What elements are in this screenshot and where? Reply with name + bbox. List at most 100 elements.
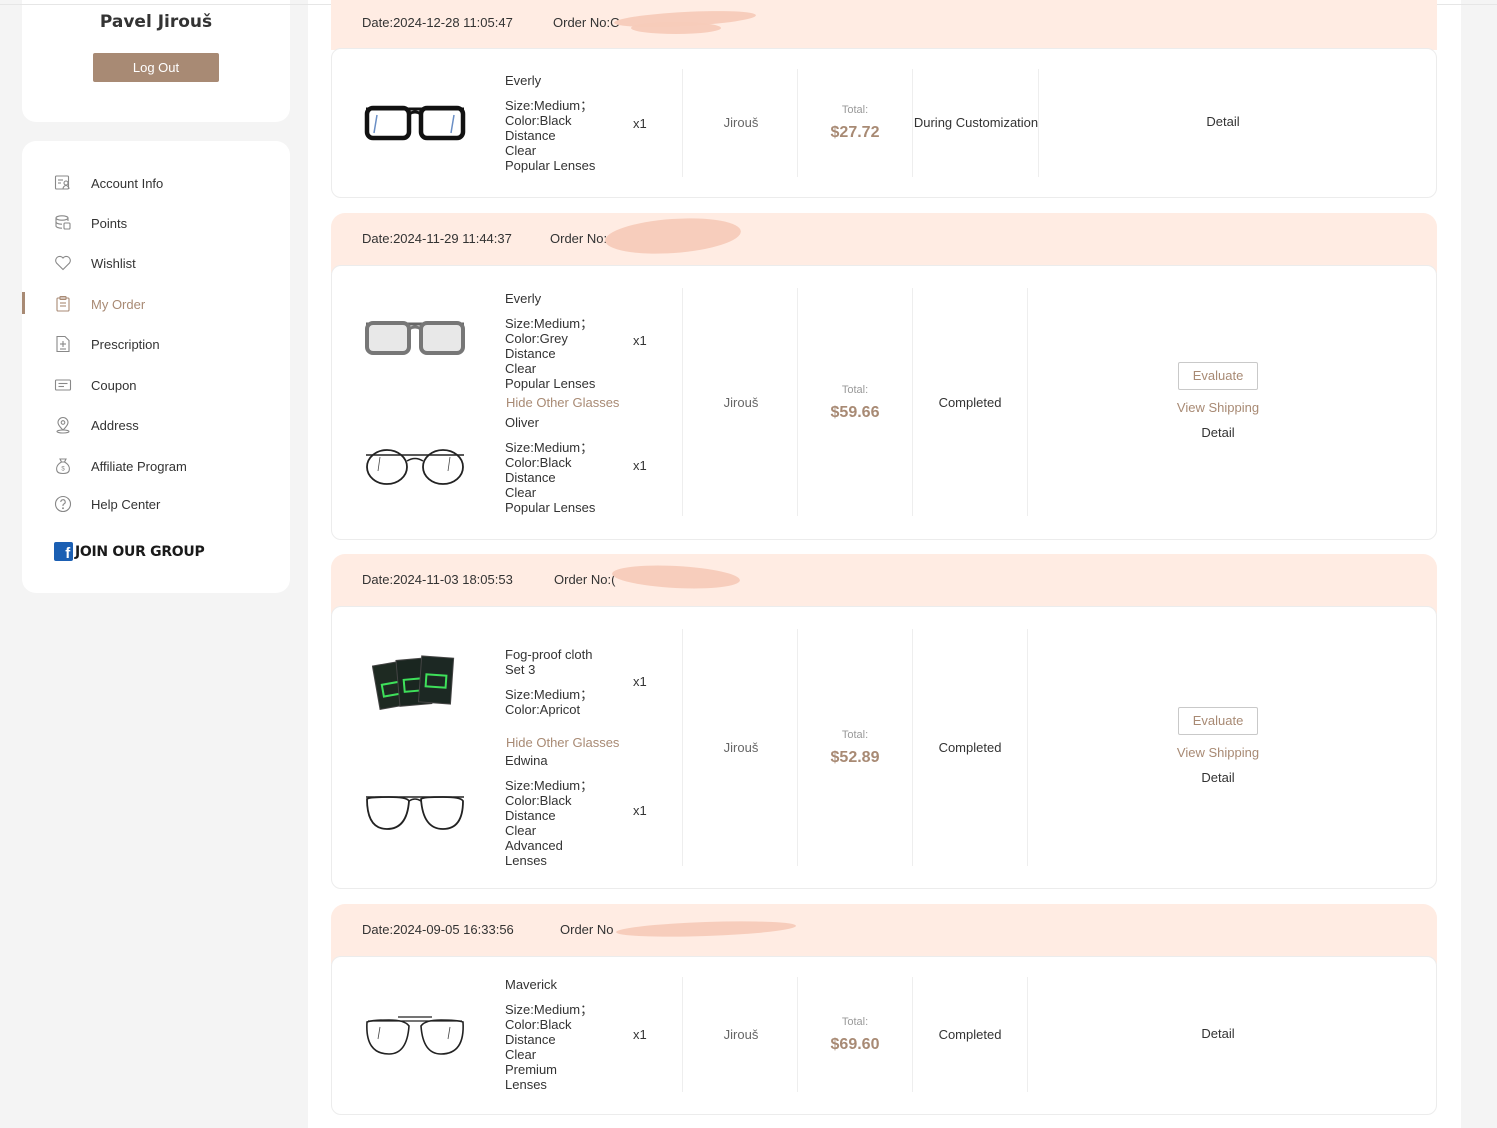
order-icon: [56, 295, 70, 312]
order-card: Date:2024-09-05 16:33:56 Order No Maveri…: [331, 904, 1437, 1115]
glasses-thumbnail: [366, 449, 464, 485]
spec-line: Color:Apricot: [505, 702, 581, 717]
item-spec: Size:Medium； Color:Black Distance Clear …: [505, 98, 605, 173]
sidebar-item-label: Help Center: [91, 496, 161, 512]
item-name[interactable]: Everly: [505, 73, 615, 88]
recipient-name: Jirouš: [723, 1027, 759, 1042]
sidebar-item-affiliate-program[interactable]: $ Affiliate Program: [22, 453, 290, 479]
order-date: Date:2024-12-28 11:05:47: [362, 15, 513, 30]
item-quantity: x1: [633, 333, 647, 348]
column-divider: [1027, 629, 1028, 866]
item-quantity: x1: [633, 674, 647, 689]
sidebar-item-address[interactable]: Address: [22, 412, 290, 438]
sidebar-item-label: Wishlist: [91, 255, 136, 271]
column-divider: [797, 977, 798, 1092]
total-label: Total:: [841, 1016, 869, 1028]
order-number: Order No:: [550, 231, 608, 246]
points-icon: [55, 215, 71, 230]
sidebar-item-account-info[interactable]: Account Info: [22, 170, 290, 196]
money-bag-icon: $: [56, 458, 70, 475]
detail-link[interactable]: Detail: [1158, 1026, 1278, 1041]
item-spec: Size:Medium； Color:Grey Distance Clear P…: [505, 316, 605, 391]
spec-line: Popular Lenses: [505, 158, 596, 173]
spec-line: Color:Black: [505, 1017, 572, 1032]
order-number: Order No:C: [553, 15, 620, 30]
sidebar-item-label: My Order: [91, 296, 146, 312]
spec-line: Color:Black: [505, 455, 572, 470]
spec-line: Size:Medium；: [505, 778, 594, 793]
redaction-scribble: [603, 214, 743, 258]
order-number: Order No:(: [554, 572, 616, 587]
order-status: During Customization: [913, 115, 1039, 130]
glasses-thumbnail: [364, 105, 466, 141]
location-icon: [56, 417, 70, 434]
item-quantity: x1: [633, 1027, 647, 1042]
view-shipping-link[interactable]: View Shipping: [1158, 400, 1278, 415]
hide-other-glasses-link[interactable]: Hide Other Glasses: [506, 735, 619, 750]
spec-line: Clear: [505, 485, 537, 500]
glasses-thumbnail: [365, 321, 465, 355]
item-name[interactable]: Edwina: [505, 753, 615, 768]
item-name[interactable]: Maverick: [505, 977, 615, 992]
prescription-icon: [56, 335, 70, 353]
spec-line: Color:Black: [505, 113, 572, 128]
facebook-icon: f: [54, 542, 73, 561]
spec-line: Distance: [505, 346, 556, 361]
column-divider: [797, 288, 798, 516]
view-shipping-link[interactable]: View Shipping: [1158, 745, 1278, 760]
order-header: Date:2024-11-03 18:05:53 Order No:(: [331, 554, 1437, 614]
recipient-name: Jirouš: [723, 395, 759, 410]
sidebar-item-label: Account Info: [91, 175, 164, 191]
hide-other-glasses-link[interactable]: Hide Other Glasses: [506, 395, 619, 410]
column-divider: [797, 69, 798, 177]
detail-link[interactable]: Detail: [1158, 425, 1278, 440]
redaction-scribble: [631, 22, 721, 34]
item-quantity: x1: [633, 116, 647, 131]
sidebar-item-my-order[interactable]: My Order: [22, 291, 290, 317]
spec-line: Popular Lenses: [505, 376, 596, 391]
sidebar-item-help-center[interactable]: Help Center: [22, 491, 290, 517]
sidebar-item-label: Coupon: [91, 377, 137, 393]
sidebar-item-prescription[interactable]: Prescription: [22, 331, 290, 357]
spec-line: Clear: [505, 361, 537, 376]
spec-line: Size:Medium；: [505, 687, 594, 702]
spec-line: Size:Medium；: [505, 98, 594, 113]
sidebar-item-points[interactable]: Points: [22, 210, 290, 236]
join-group-label: JOIN OUR GROUP: [75, 543, 205, 560]
detail-link[interactable]: Detail: [1158, 770, 1278, 785]
order-body: Everly Size:Medium； Color:Grey Distance …: [331, 265, 1437, 540]
recipient-name: Jirouš: [723, 740, 759, 755]
cloth-thumbnail: [372, 655, 455, 711]
evaluate-button[interactable]: Evaluate: [1178, 707, 1258, 735]
item-name[interactable]: Oliver: [505, 415, 615, 430]
order-header: Date:2024-09-05 16:33:56 Order No: [331, 904, 1437, 964]
item-spec: Size:Medium； Color:Black Distance Clear …: [505, 440, 605, 515]
spec-line: Popular Lenses: [505, 500, 596, 515]
svg-text:$: $: [61, 467, 65, 473]
help-icon: [54, 495, 72, 513]
user-name: Pavel Jirouš: [99, 12, 213, 32]
sidebar-item-wishlist[interactable]: Wishlist: [22, 250, 290, 276]
detail-link[interactable]: Detail: [1163, 114, 1283, 129]
spec-line: Distance: [505, 808, 556, 823]
spec-line: Clear: [505, 1047, 537, 1062]
join-group-link[interactable]: f JOIN OUR GROUP: [54, 542, 205, 561]
spec-line: Premium: [505, 1062, 558, 1077]
logout-button[interactable]: Log Out: [93, 53, 219, 82]
item-quantity: x1: [633, 803, 647, 818]
item-name[interactable]: Everly: [505, 291, 615, 306]
coupon-icon: [54, 379, 72, 391]
evaluate-button[interactable]: Evaluate: [1178, 362, 1258, 390]
order-total: $69.60: [830, 1036, 880, 1053]
spec-line: Distance: [505, 1032, 556, 1047]
spec-line: Lenses: [505, 853, 547, 868]
recipient-name: Jirouš: [723, 115, 759, 130]
sidebar-item-coupon[interactable]: Coupon: [22, 372, 290, 398]
order-body: Fog-proof cloth Set 3 Size:Medium； Color…: [331, 606, 1437, 889]
user-card: Pavel Jirouš Log Out: [22, 0, 290, 122]
column-divider: [1038, 69, 1039, 177]
item-name[interactable]: Fog-proof cloth Set 3: [505, 647, 615, 677]
order-total: $52.89: [830, 749, 880, 766]
redaction-scribble: [611, 562, 741, 592]
spec-line: Distance: [505, 470, 556, 485]
